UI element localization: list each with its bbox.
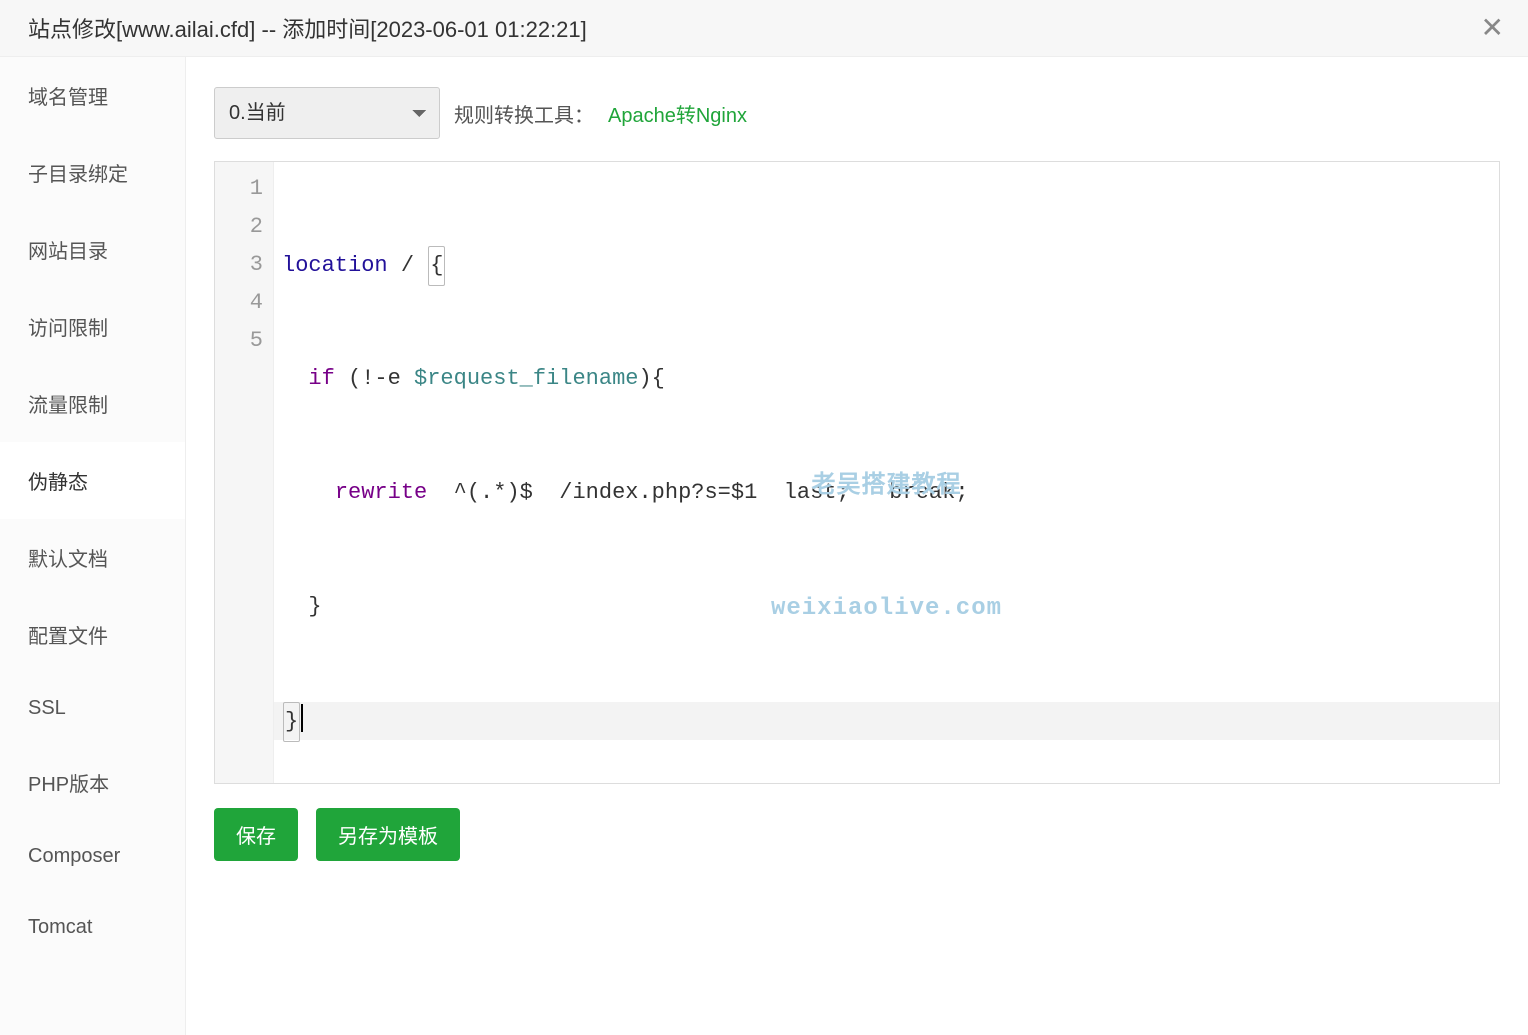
text-cursor-icon bbox=[301, 704, 303, 732]
sidebar-item-default-doc[interactable]: 默认文档 bbox=[0, 519, 185, 596]
code-area[interactable]: location / { if (!-e $request_filename){… bbox=[274, 162, 1499, 783]
sidebar-item-config[interactable]: 配置文件 bbox=[0, 596, 185, 673]
tok-cond-close: ){ bbox=[638, 366, 664, 391]
sidebar-item-php[interactable]: PHP版本 bbox=[0, 744, 185, 821]
close-icon[interactable]: ✕ bbox=[1477, 14, 1508, 42]
sidebar-item-subdir[interactable]: 子目录绑定 bbox=[0, 134, 185, 211]
code-line: location / { bbox=[282, 246, 1491, 284]
tok-rest: ^(.*)$ /index.php?s=$1 last; break; bbox=[427, 480, 968, 505]
brace-open-icon: { bbox=[428, 246, 445, 286]
tok-rewrite: rewrite bbox=[335, 480, 427, 505]
line-number: 5 bbox=[215, 322, 263, 360]
toolbar: 0.当前 规则转换工具： Apache转Nginx bbox=[214, 87, 1500, 139]
sidebar-item-tomcat[interactable]: Tomcat bbox=[0, 892, 185, 963]
sidebar-item-webdir[interactable]: 网站目录 bbox=[0, 211, 185, 288]
sidebar-item-rewrite[interactable]: 伪静态 bbox=[0, 442, 185, 519]
code-line-active: } bbox=[274, 702, 1499, 740]
modal-title: 站点修改[www.ailai.cfd] -- 添加时间[2023-06-01 0… bbox=[28, 12, 587, 44]
template-select[interactable]: 0.当前 bbox=[214, 87, 440, 139]
brace-close-icon: } bbox=[283, 702, 300, 742]
line-number: 1 bbox=[215, 170, 263, 208]
sidebar-item-composer[interactable]: Composer bbox=[0, 821, 185, 892]
sidebar: 域名管理 子目录绑定 网站目录 访问限制 流量限制 伪静态 默认文档 配置文件 … bbox=[0, 57, 186, 1035]
sidebar-item-traffic[interactable]: 流量限制 bbox=[0, 365, 185, 442]
modal-header: 站点修改[www.ailai.cfd] -- 添加时间[2023-06-01 0… bbox=[0, 0, 1528, 57]
code-editor[interactable]: 1 2 3 4 5 location / { if (!-e $request_… bbox=[214, 161, 1500, 784]
brace-close-inner: } bbox=[308, 594, 321, 619]
content: 0.当前 规则转换工具： Apache转Nginx 1 2 3 4 5 loca… bbox=[186, 57, 1528, 1035]
apache-to-nginx-link[interactable]: Apache转Nginx bbox=[608, 99, 747, 128]
tok-cond-open: (!-e bbox=[335, 366, 414, 391]
convert-label: 规则转换工具： bbox=[454, 99, 594, 128]
modal-body: 域名管理 子目录绑定 网站目录 访问限制 流量限制 伪静态 默认文档 配置文件 … bbox=[0, 57, 1528, 1035]
code-line: } bbox=[282, 588, 1491, 626]
line-number: 3 bbox=[215, 246, 263, 284]
line-number: 4 bbox=[215, 284, 263, 322]
tok-slash: / bbox=[401, 253, 414, 278]
tok-var: $request_filename bbox=[414, 366, 638, 391]
gutter: 1 2 3 4 5 bbox=[215, 162, 274, 783]
code-line: rewrite ^(.*)$ /index.php?s=$1 last; bre… bbox=[282, 474, 1491, 512]
watermark: 老吴搭建教程 weixiaolive.com bbox=[771, 392, 1002, 704]
code-line: if (!-e $request_filename){ bbox=[282, 360, 1491, 398]
line-number: 2 bbox=[215, 208, 263, 246]
sidebar-item-ssl[interactable]: SSL bbox=[0, 673, 185, 744]
sidebar-item-access[interactable]: 访问限制 bbox=[0, 288, 185, 365]
sidebar-item-domain[interactable]: 域名管理 bbox=[0, 57, 185, 134]
tok-location: location bbox=[282, 253, 388, 278]
tok-if: if bbox=[308, 366, 334, 391]
